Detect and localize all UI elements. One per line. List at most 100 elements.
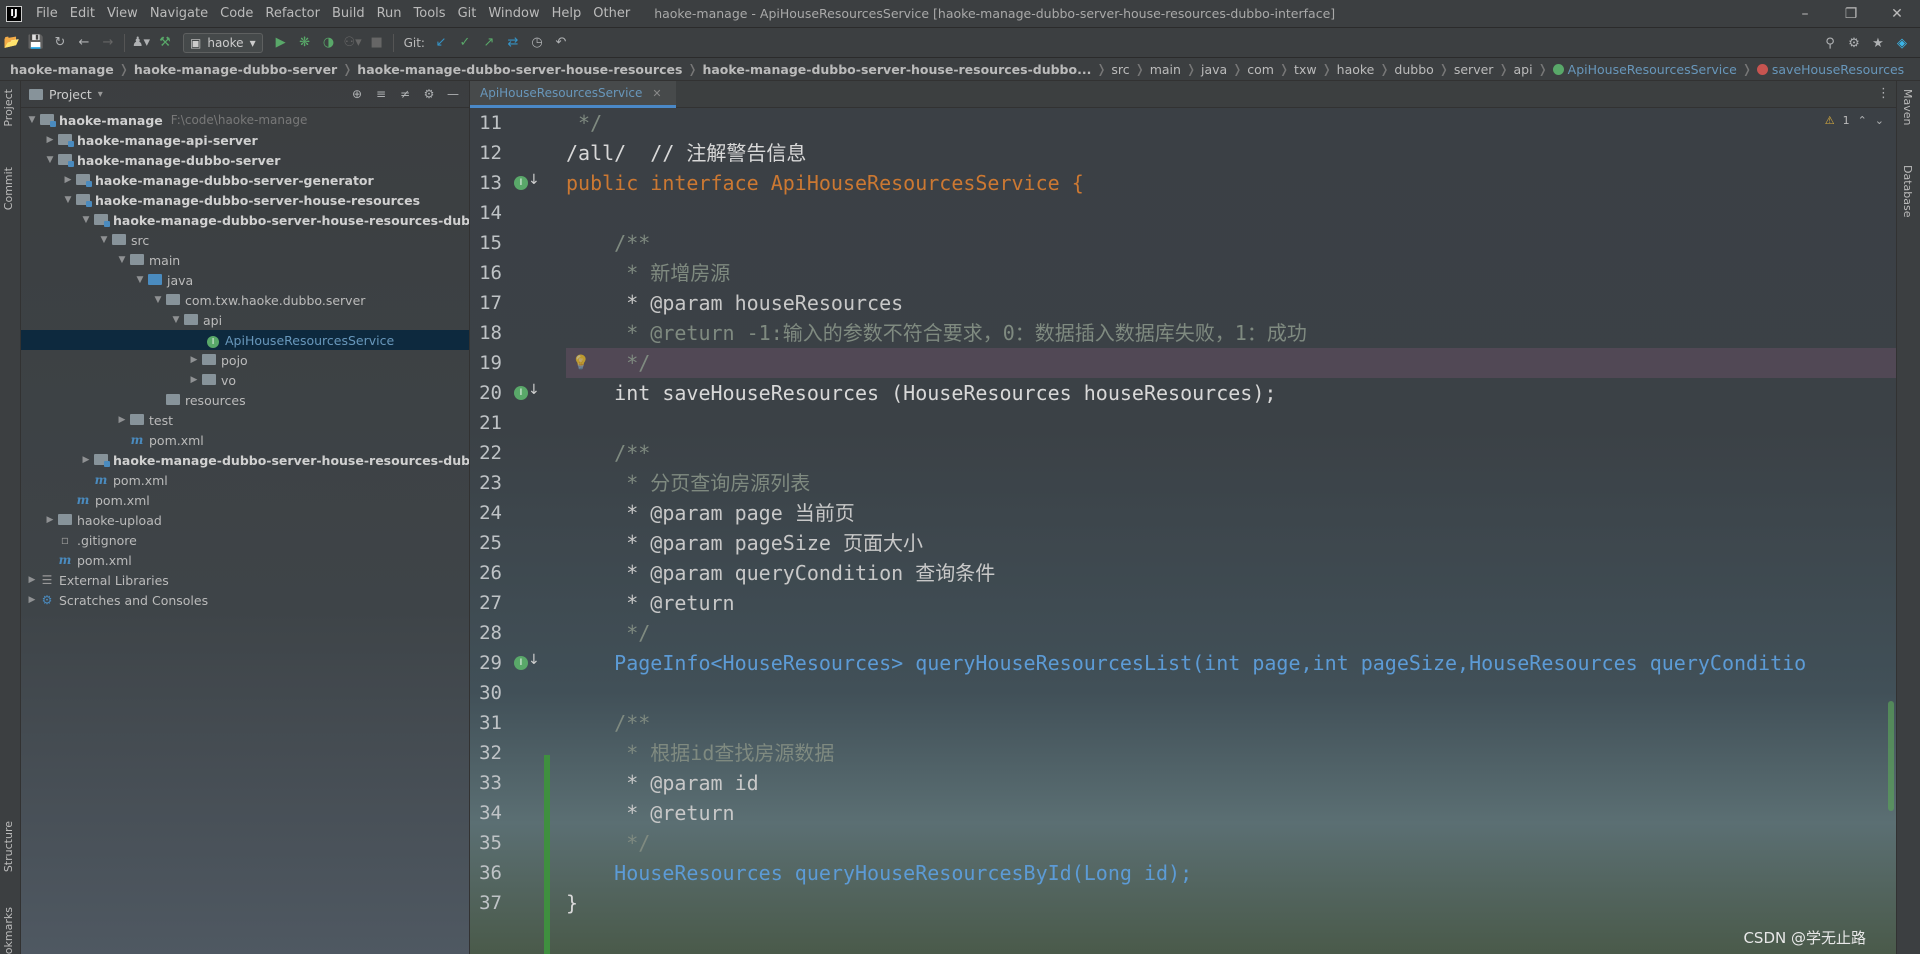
coverage-icon[interactable]: ◑ (317, 32, 341, 54)
menu-refactor[interactable]: Refactor (259, 6, 326, 21)
chevron-down-icon[interactable]: ▼ (43, 155, 57, 165)
breadcrumb-item[interactable]: haoke-manage-dubbo-server (134, 62, 337, 77)
implementations-icon[interactable]: I (514, 176, 528, 190)
menu-code[interactable]: Code (214, 6, 259, 21)
breadcrumb-item[interactable]: txw (1294, 62, 1317, 77)
chevron-down-icon[interactable]: ▼ (151, 295, 165, 305)
close-icon[interactable]: ✕ (1874, 0, 1920, 28)
chevron-down-icon[interactable]: ▼ (79, 215, 93, 225)
tree-node-selected[interactable]: I ApiHouseResourcesService (21, 330, 469, 350)
tree-node[interactable]: ▶ haoke-upload (21, 510, 469, 530)
breadcrumb-item[interactable]: haoke-manage (10, 62, 114, 77)
breadcrumb-item[interactable]: ApiHouseResourcesService (1568, 62, 1737, 77)
user-icon[interactable]: ♟▾ (129, 32, 153, 54)
chevron-right-icon[interactable]: ▶ (187, 375, 201, 385)
chevron-down-icon[interactable]: ▼ (133, 275, 147, 285)
tree-node[interactable]: ▼ api (21, 310, 469, 330)
tree-node[interactable]: ▼ haoke-manage-dubbo-server-house-resourc… (21, 210, 469, 230)
tree-node[interactable]: ▶ haoke-manage-dubbo-server-house-resourc… (21, 450, 469, 470)
chevron-down-icon[interactable]: ▼ (169, 315, 183, 325)
chevron-down-icon[interactable]: ▼ (25, 115, 39, 125)
tree-node[interactable]: ▶ test (21, 410, 469, 430)
menu-view[interactable]: View (101, 6, 144, 21)
implementations-icon[interactable]: I (514, 386, 528, 400)
menu-file[interactable]: File (30, 6, 64, 21)
tree-node[interactable]: ▼ src (21, 230, 469, 250)
chevron-right-icon[interactable]: ▶ (115, 415, 129, 425)
structure-tool-tab[interactable]: Structure (2, 821, 15, 872)
git-update-icon[interactable]: ↙ (429, 32, 453, 54)
git-merge-icon[interactable]: ⇄ (501, 32, 525, 54)
sync-icon[interactable]: ↻ (48, 32, 72, 54)
implementations-icon[interactable]: I (514, 656, 528, 670)
menu-other[interactable]: Other (587, 6, 636, 21)
tree-node[interactable]: ▼ main (21, 250, 469, 270)
tree-node[interactable]: ▶ vo (21, 370, 469, 390)
tree-node[interactable]: ▼ haoke-manage F:\code\haoke-manage (21, 110, 469, 130)
gear-icon[interactable]: ⚙ (1842, 32, 1866, 54)
close-icon[interactable]: ✕ (652, 87, 661, 100)
locate-icon[interactable]: ⊕ (347, 85, 367, 103)
menu-edit[interactable]: Edit (64, 6, 101, 21)
history-icon[interactable]: ◷ (525, 32, 549, 54)
menu-run[interactable]: Run (371, 6, 408, 21)
project-tool-tab[interactable]: Project (2, 89, 15, 127)
plugin-icon[interactable]: ◈ (1890, 32, 1914, 54)
breadcrumb-item[interactable]: src (1111, 62, 1129, 77)
tree-node[interactable]: ▶ haoke-manage-dubbo-server-generator (21, 170, 469, 190)
expand-all-icon[interactable]: ≡ (371, 85, 391, 103)
tree-node[interactable]: m pom.xml (21, 550, 469, 570)
breadcrumb-item[interactable]: haoke-manage-dubbo-server-house-resource… (357, 62, 682, 77)
run-configuration-select[interactable]: ▣ haoke ▾ (183, 32, 263, 53)
bookmarks-tool-tab[interactable]: Bookmarks (2, 907, 15, 954)
run-icon[interactable]: ▶ (269, 32, 293, 54)
chevron-right-icon[interactable]: ▶ (25, 575, 39, 585)
tree-node[interactable]: ▼ com.txw.haoke.dubbo.server (21, 290, 469, 310)
hide-icon[interactable]: — (443, 85, 463, 103)
menu-window[interactable]: Window (482, 6, 545, 21)
chevron-down-icon[interactable]: ▼ (115, 255, 129, 265)
menu-help[interactable]: Help (546, 6, 588, 21)
save-all-icon[interactable]: 💾 (24, 32, 48, 54)
menu-tools[interactable]: Tools (408, 6, 452, 21)
chevron-down-icon[interactable]: ▼ (97, 235, 111, 245)
menu-navigate[interactable]: Navigate (144, 6, 214, 21)
notifications-icon[interactable]: ★ (1866, 32, 1890, 54)
breadcrumb-item[interactable]: dubbo (1394, 62, 1433, 77)
forward-icon[interactable]: → (96, 32, 120, 54)
tree-node[interactable]: ▶ ⚙ Scratches and Consoles (21, 590, 469, 610)
chevron-right-icon[interactable]: ▶ (43, 515, 57, 525)
tree-node[interactable]: m pom.xml (21, 430, 469, 450)
back-icon[interactable]: ← (72, 32, 96, 54)
implementation-arrow-icon[interactable]: ↓ (528, 172, 540, 188)
breadcrumb-item[interactable]: server (1454, 62, 1494, 77)
vcs-change-marker[interactable] (544, 755, 550, 954)
implementation-arrow-icon[interactable]: ↓ (528, 382, 540, 398)
stop-icon[interactable]: ■ (365, 32, 389, 54)
tree-node[interactable]: ▶ haoke-manage-api-server (21, 130, 469, 150)
tree-node[interactable]: ▶ pojo (21, 350, 469, 370)
breadcrumb-item[interactable]: haoke (1337, 62, 1375, 77)
tree-node[interactable]: ▫ .gitignore (21, 530, 469, 550)
tree-node[interactable]: ▶ ☰ External Libraries (21, 570, 469, 590)
maven-tool-tab[interactable]: Maven (1901, 89, 1914, 125)
breadcrumb-item[interactable]: api (1514, 62, 1533, 77)
minimize-icon[interactable]: – (1782, 0, 1828, 28)
chevron-down-icon[interactable]: ▾ (98, 89, 103, 100)
chevron-right-icon[interactable]: ▶ (61, 175, 75, 185)
commit-tool-tab[interactable]: Commit (2, 167, 15, 210)
project-view-selector[interactable]: Project (49, 87, 92, 102)
code-area[interactable]: */ /all/ // 注解警告信息 public interface ApiH… (566, 108, 1896, 954)
chevron-right-icon[interactable]: ▶ (25, 595, 39, 605)
restore-icon[interactable]: ❐ (1828, 0, 1874, 28)
breadcrumb-item[interactable]: java (1201, 62, 1227, 77)
tree-node[interactable]: ▼ java (21, 270, 469, 290)
tab-api-house-resources-service[interactable]: ApiHouseResourcesService ✕ (470, 81, 676, 108)
chevron-right-icon[interactable]: ▶ (187, 355, 201, 365)
chevron-right-icon[interactable]: ▶ (79, 455, 93, 465)
tree-node[interactable]: m pom.xml (21, 490, 469, 510)
tree-node[interactable]: ▼ haoke-manage-dubbo-server (21, 150, 469, 170)
breadcrumb-item[interactable]: com (1247, 62, 1274, 77)
code-editor[interactable]: ApiHouseResourcesService ✕ ⋮ ⚠ 1 ⌃ ⌄ 11 … (470, 81, 1896, 954)
git-commit-icon[interactable]: ✓ (453, 32, 477, 54)
